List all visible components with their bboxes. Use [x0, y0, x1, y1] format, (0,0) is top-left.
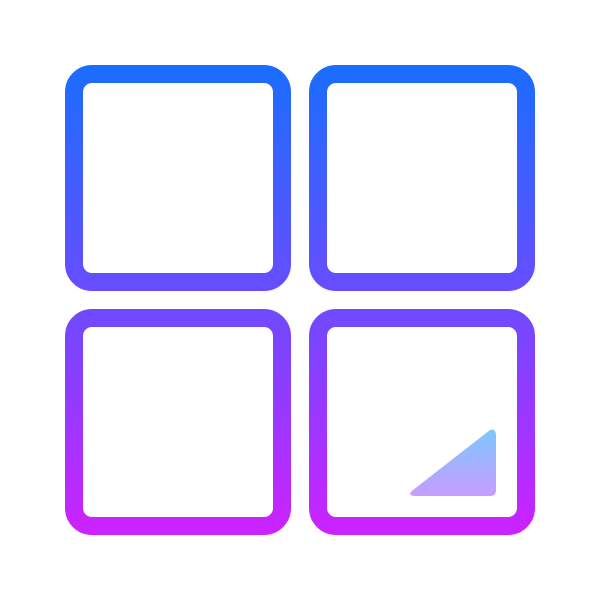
tile-top-right: [309, 65, 535, 291]
grid-tiles-icon: [65, 65, 535, 535]
tile-bottom-left: [65, 309, 291, 535]
grid-icon-canvas: [0, 0, 600, 600]
tile-top-left: [65, 65, 291, 291]
corner-triangle-icon: [410, 429, 496, 496]
